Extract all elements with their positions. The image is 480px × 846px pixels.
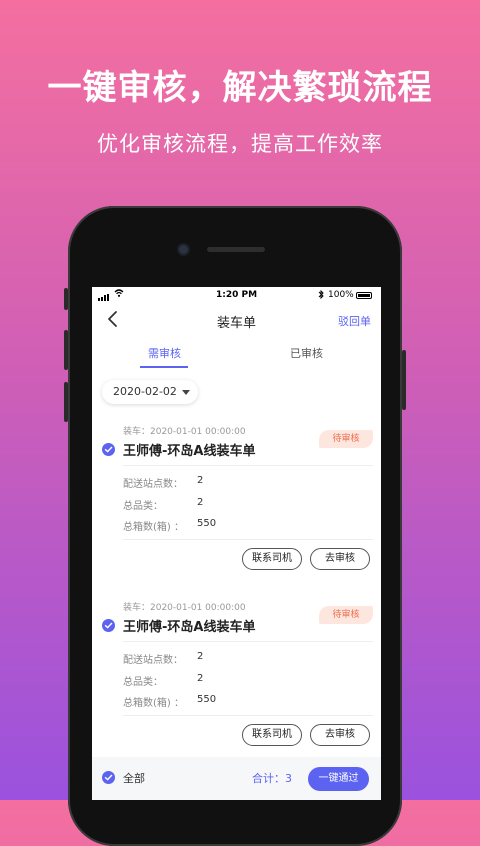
caret-down-icon xyxy=(182,390,190,395)
status-badge: 待审核 xyxy=(319,606,373,624)
divider xyxy=(123,715,373,716)
order-date: 装车：2020-01-01 00:00:00 xyxy=(123,427,246,437)
select-all-checkbox-icon[interactable] xyxy=(102,771,115,784)
checkbox-checked-icon[interactable] xyxy=(102,619,115,632)
promo-subtitle: 优化审核流程，提高工作效率 xyxy=(97,132,383,156)
order-date: 装车：2020-01-01 00:00:00 xyxy=(123,603,246,613)
total-count: 合计：3 xyxy=(252,772,292,785)
status-badge: 待审核 xyxy=(319,430,373,448)
order-title: 王师傅-环岛A线装车单 xyxy=(123,444,256,459)
promo-title: 一键审核，解决繁琐流程 xyxy=(47,68,433,108)
stations-label: 配送站点数： xyxy=(123,479,183,490)
bluetooth-icon xyxy=(318,289,324,302)
stations-value: 2 xyxy=(197,651,204,662)
stations-value: 2 xyxy=(197,475,204,486)
battery-percent: 100% xyxy=(328,290,354,300)
camera-icon xyxy=(179,245,188,254)
phone-power-button xyxy=(402,350,406,410)
tab-reviewed[interactable]: 已审核 xyxy=(290,345,323,361)
boxes-value: 550 xyxy=(197,518,217,529)
date-filter-dropdown[interactable]: 2020-02-02 xyxy=(102,380,198,404)
app-screen: 1:20 PM 100% 装车单 驳回单 需审核 已审核 2020-02-02 … xyxy=(92,287,381,800)
boxes-label: 总箱数(箱) ： xyxy=(123,698,184,709)
divider xyxy=(123,465,373,466)
rejected-orders-link[interactable]: 驳回单 xyxy=(338,313,371,329)
go-review-button[interactable]: 去审核 xyxy=(310,724,370,746)
stations-label: 配送站点数： xyxy=(123,655,183,666)
categories-value: 2 xyxy=(197,497,204,508)
order-card: 装车：2020-01-01 00:00:00 待审核 王师傅-环岛A线装车单 配… xyxy=(92,424,381,584)
boxes-value: 550 xyxy=(197,694,217,705)
checkbox-checked-icon[interactable] xyxy=(102,443,115,456)
order-title: 王师傅-环岛A线装车单 xyxy=(123,620,256,635)
categories-label: 总品类： xyxy=(123,501,163,512)
categories-label: 总品类： xyxy=(123,677,163,688)
battery-icon xyxy=(356,292,372,299)
nav-bar: 装车单 驳回单 xyxy=(92,305,381,333)
boxes-label: 总箱数(箱) ： xyxy=(123,522,184,533)
bottom-action-bar: 全部 合计：3 一键通过 xyxy=(92,757,381,800)
categories-value: 2 xyxy=(197,673,204,684)
contact-driver-button[interactable]: 联系司机 xyxy=(242,724,302,746)
select-all-label[interactable]: 全部 xyxy=(123,770,145,786)
date-filter-value: 2020-02-02 xyxy=(113,385,177,398)
speaker-grille xyxy=(207,247,265,252)
tab-pending-review[interactable]: 需审核 xyxy=(148,345,181,361)
active-tab-indicator xyxy=(140,366,188,368)
approve-all-button[interactable]: 一键通过 xyxy=(308,767,369,791)
divider xyxy=(123,539,373,540)
go-review-button[interactable]: 去审核 xyxy=(310,548,370,570)
status-bar: 1:20 PM 100% xyxy=(92,287,381,303)
contact-driver-button[interactable]: 联系司机 xyxy=(242,548,302,570)
order-card: 装车：2020-01-01 00:00:00 待审核 王师傅-环岛A线装车单 配… xyxy=(92,600,381,760)
tab-bar: 需审核 已审核 xyxy=(92,339,381,369)
divider xyxy=(123,641,373,642)
